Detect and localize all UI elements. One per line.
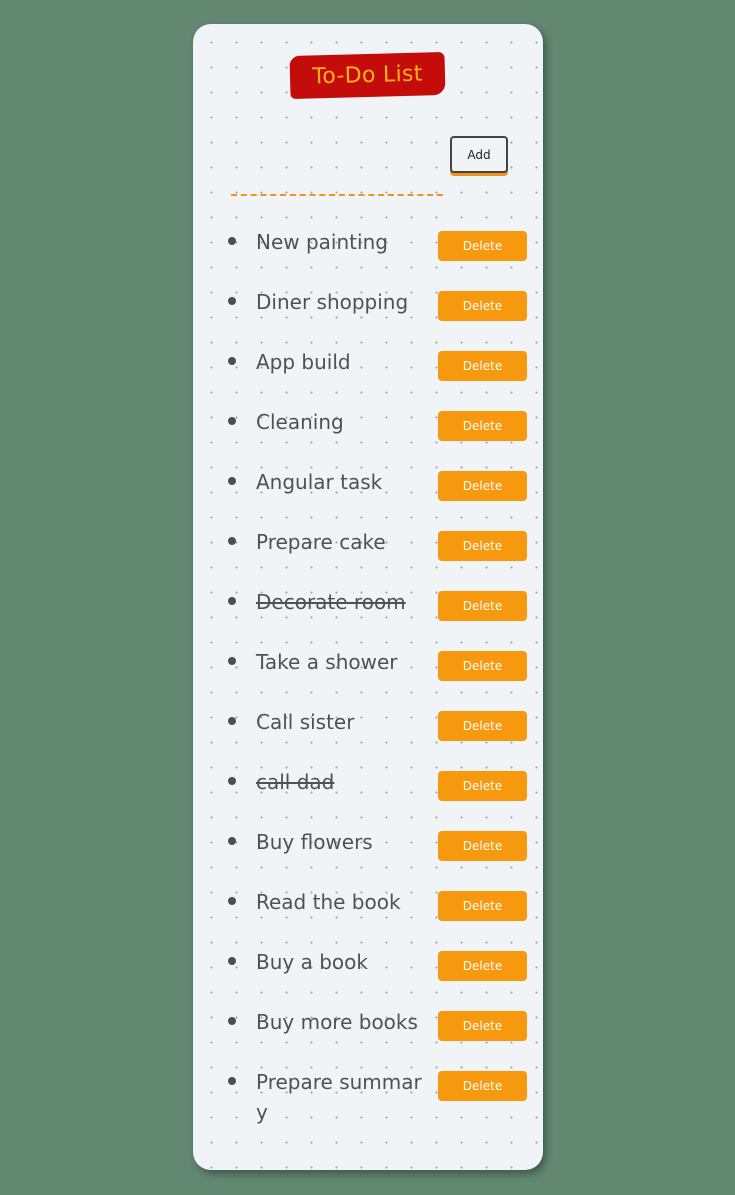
delete-button[interactable]: Delete bbox=[438, 291, 527, 321]
delete-button[interactable]: Delete bbox=[438, 531, 527, 561]
todo-item: Call sister Delete bbox=[193, 696, 543, 756]
todo-text[interactable]: Buy a book bbox=[256, 947, 426, 977]
bullet-icon bbox=[228, 957, 236, 965]
bullet-icon bbox=[228, 777, 236, 785]
delete-button[interactable]: Delete bbox=[438, 1071, 527, 1101]
delete-button[interactable]: Delete bbox=[438, 951, 527, 981]
todo-item: call dad Delete bbox=[193, 756, 543, 816]
delete-button[interactable]: Delete bbox=[438, 831, 527, 861]
todo-text[interactable]: Buy flowers bbox=[256, 827, 426, 857]
delete-button[interactable]: Delete bbox=[438, 411, 527, 441]
bullet-icon bbox=[228, 417, 236, 425]
delete-button[interactable]: Delete bbox=[438, 711, 527, 741]
delete-button[interactable]: Delete bbox=[438, 651, 527, 681]
todo-text[interactable]: New painting bbox=[256, 227, 426, 257]
todo-item: Take a shower Delete bbox=[193, 636, 543, 696]
todo-text[interactable]: Angular task bbox=[256, 467, 426, 497]
todo-list: New painting Delete Diner shopping Delet… bbox=[193, 216, 543, 1146]
bullet-icon bbox=[228, 537, 236, 545]
todo-item: Buy more books Delete bbox=[193, 996, 543, 1056]
todo-item: Angular task Delete bbox=[193, 456, 543, 516]
todo-text[interactable]: Prepare summary bbox=[256, 1067, 426, 1127]
bullet-icon bbox=[228, 717, 236, 725]
bullet-icon bbox=[228, 657, 236, 665]
delete-button[interactable]: Delete bbox=[438, 471, 527, 501]
add-button[interactable]: Add bbox=[450, 136, 508, 173]
new-task-input[interactable] bbox=[231, 164, 443, 196]
todo-text[interactable]: Read the book bbox=[256, 887, 426, 917]
page-title: To-Do List bbox=[289, 51, 446, 100]
bullet-icon bbox=[228, 1077, 236, 1085]
delete-button[interactable]: Delete bbox=[438, 891, 527, 921]
todo-text[interactable]: Diner shopping bbox=[256, 287, 426, 317]
delete-button[interactable]: Delete bbox=[438, 771, 527, 801]
todo-item: Decorate room Delete bbox=[193, 576, 543, 636]
todo-item: New painting Delete bbox=[193, 216, 543, 276]
bullet-icon bbox=[228, 897, 236, 905]
bullet-icon bbox=[228, 237, 236, 245]
bullet-icon bbox=[228, 477, 236, 485]
todo-item: Diner shopping Delete bbox=[193, 276, 543, 336]
todo-item: App build Delete bbox=[193, 336, 543, 396]
todo-card: To-Do List Add New painting Delete Diner… bbox=[193, 24, 543, 1170]
bullet-icon bbox=[228, 297, 236, 305]
todo-text[interactable]: Call sister bbox=[256, 707, 426, 737]
todo-item: Prepare summary Delete bbox=[193, 1056, 543, 1146]
bullet-icon bbox=[228, 837, 236, 845]
delete-button[interactable]: Delete bbox=[438, 1011, 527, 1041]
bullet-icon bbox=[228, 597, 236, 605]
delete-button[interactable]: Delete bbox=[438, 231, 527, 261]
todo-text[interactable]: Prepare cake bbox=[256, 527, 426, 557]
bullet-icon bbox=[228, 357, 236, 365]
bullet-icon bbox=[228, 1017, 236, 1025]
todo-item: Buy a book Delete bbox=[193, 936, 543, 996]
todo-text[interactable]: Cleaning bbox=[256, 407, 426, 437]
todo-item: Prepare cake Delete bbox=[193, 516, 543, 576]
todo-item: Cleaning Delete bbox=[193, 396, 543, 456]
delete-button[interactable]: Delete bbox=[438, 351, 527, 381]
delete-button[interactable]: Delete bbox=[438, 591, 527, 621]
todo-text[interactable]: call dad bbox=[256, 767, 426, 797]
todo-item: Read the book Delete bbox=[193, 876, 543, 936]
todo-text[interactable]: Take a shower bbox=[256, 647, 426, 677]
todo-item: Buy flowers Delete bbox=[193, 816, 543, 876]
todo-text[interactable]: Buy more books bbox=[256, 1007, 426, 1037]
todo-text[interactable]: Decorate room bbox=[256, 587, 426, 617]
todo-text[interactable]: App build bbox=[256, 347, 426, 377]
